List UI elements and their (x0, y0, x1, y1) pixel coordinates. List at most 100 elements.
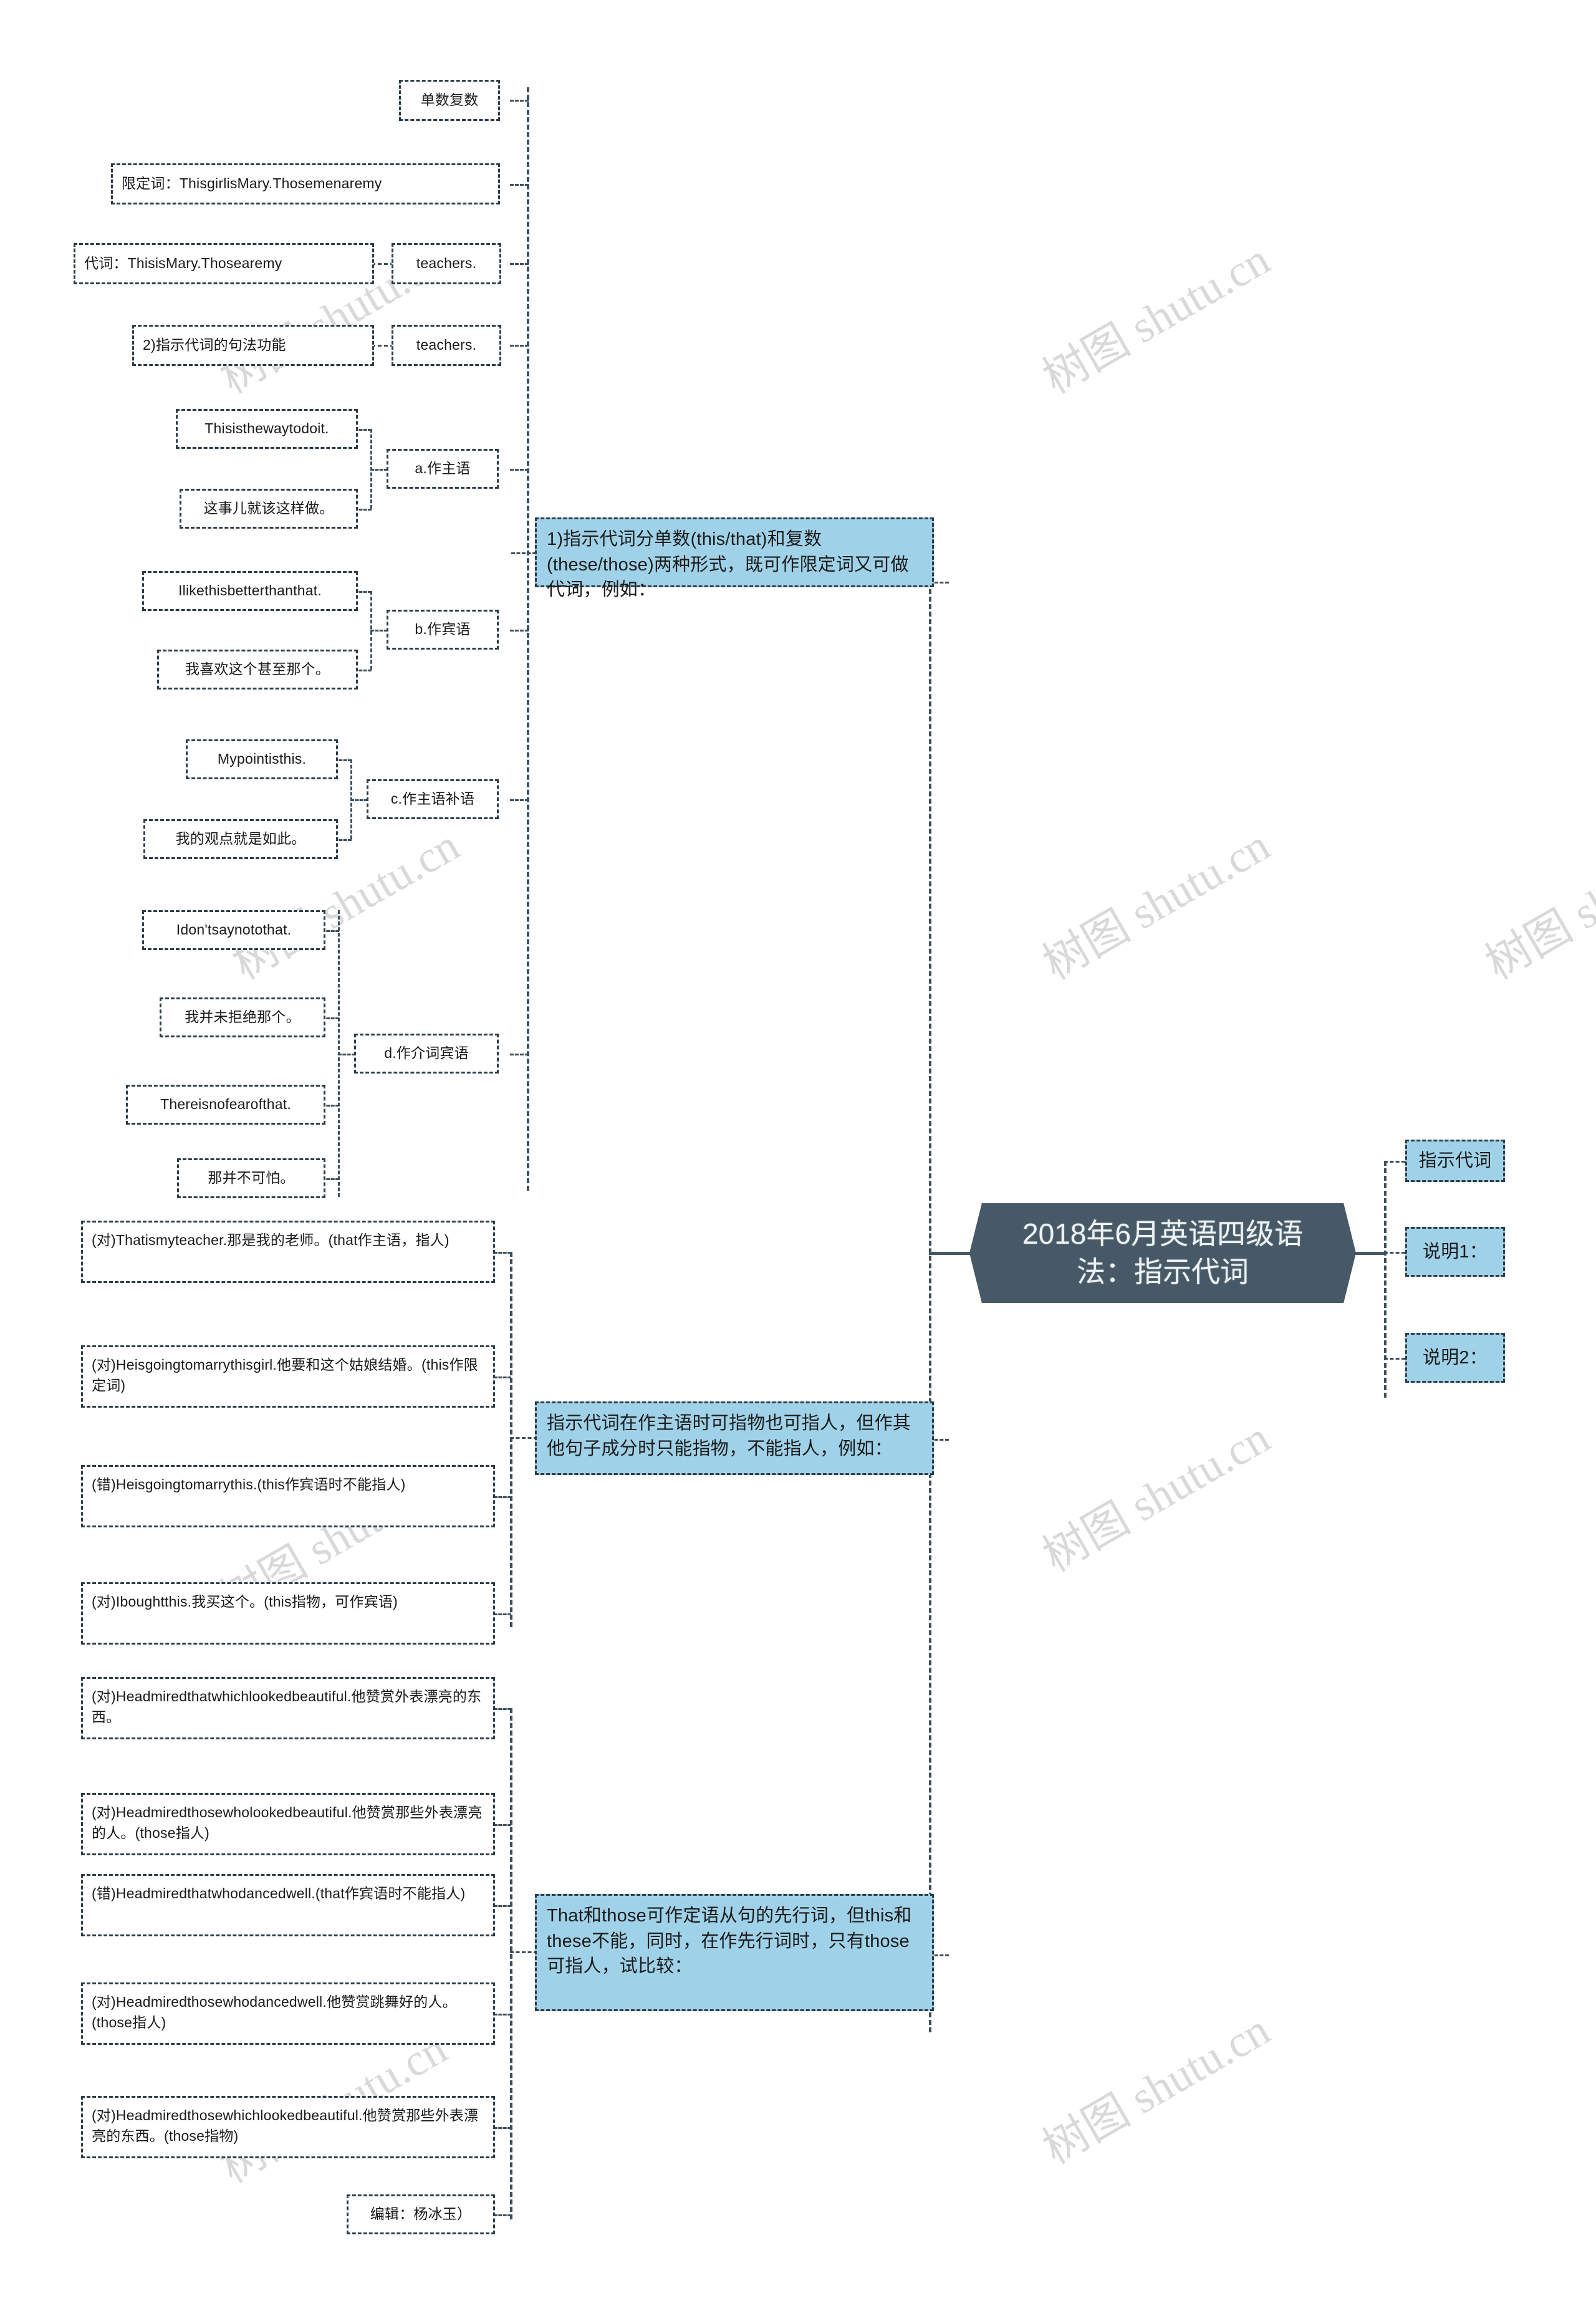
node-label: (对)Headmiredthosewhodancedwell.他赞赏跳舞好的人。… (92, 1994, 457, 2031)
branch3-stub-2 (494, 1824, 511, 1826)
node-label: 我的观点就是如此。 (175, 830, 306, 847)
branch3-stub-1 (494, 1708, 511, 1710)
node-label: (对)Iboughtthis.我买这个。(this指物，可作宾语) (92, 1593, 398, 1610)
branch2-example-3[interactable]: (错)Heisgoingtomarrythis.(this作宾语时不能指人) (81, 1465, 495, 1527)
branch2-stub-3 (494, 1496, 511, 1498)
node-determiner-example[interactable]: 限定词：ThisgirlisMary.Thosemenaremy (111, 163, 500, 204)
node-label: 代词：ThisisMary.Thosearemy (84, 255, 282, 272)
branch1-stub-title (510, 100, 529, 102)
node-label: 限定词：ThisgirlisMary.Thosemenaremy (122, 175, 382, 192)
branch1-stub-d (510, 1054, 529, 1055)
branch1-stub-b (510, 630, 529, 632)
root-left-connector (929, 1252, 973, 1255)
node-pronoun-example[interactable]: 代词：ThisisMary.Thosearemy (74, 243, 374, 284)
right-node-demonstrative-pronoun[interactable]: 指示代词 (1405, 1140, 1505, 1182)
summary-box-2-text: 指示代词在作主语时可指物也可指人，但作其他句子成分时只能指物，不能指人，例如： (547, 1413, 911, 1459)
node-function-b[interactable]: b.作宾语 (387, 610, 499, 650)
branch2-example-1[interactable]: (对)Thatismyteacher.那是我的老师。(that作主语，指人) (81, 1221, 495, 1283)
right-node-explanation-1[interactable]: 说明1： (1405, 1227, 1505, 1277)
node-label: 那并不可怕。 (208, 1170, 295, 1186)
node-function-d-en-2[interactable]: Thereisnofearofthat. (126, 1085, 325, 1125)
right-stub-2 (1384, 1252, 1405, 1254)
node-function-d-zh-1[interactable]: 我并未拒绝那个。 (160, 997, 325, 1037)
node-label: c.作主语补语 (390, 790, 475, 807)
node-function-a[interactable]: a.作主语 (387, 449, 499, 489)
branch1-stub-pronoun-tail (510, 263, 529, 265)
editor-label: 编辑：杨冰玉） (370, 2206, 472, 2222)
right-node-label: 指示代词 (1418, 1150, 1492, 1171)
mindmap-canvas: 树图 shutu.cn 树图 shutu.cn 树图 shutu.cn 树图 s… (0, 0, 1596, 2311)
branch2-example-2[interactable]: (对)Heisgoingtomarrythisgirl.他要和这个姑娘结婚。(t… (81, 1345, 495, 1408)
root-node[interactable]: 2018年6月英语四级语法：指示代词 (969, 1203, 1356, 1303)
branch3-stub-5 (494, 2127, 511, 2129)
node-label: teachers. (416, 255, 477, 272)
node-function-b-zh[interactable]: 我喜欢这个甚至那个。 (157, 650, 358, 689)
branch1-d-join (338, 1054, 355, 1055)
branch2-stub-2 (494, 1377, 511, 1378)
node-function-c[interactable]: c.作主语补语 (367, 779, 499, 819)
node-pronoun-tail-1[interactable]: teachers. (392, 243, 501, 284)
node-label: Mypointisthis. (217, 751, 307, 767)
summary-box-1[interactable]: 1)指示代词分单数(this/that)和复数(these/those)两种形式… (535, 517, 934, 600)
root-title: 2018年6月英语四级语法：指示代词 (1022, 1218, 1303, 1288)
node-label: a.作主语 (415, 460, 471, 477)
summary-box-3[interactable]: That和those可作定语从句的先行词，但this和these不能，同时，在作… (535, 1894, 934, 2011)
summary-box-3-text: That和those可作定语从句的先行词，但this和these不能，同时，在作… (547, 1906, 912, 1977)
node-label: (对)Heisgoingtomarrythisgirl.他要和这个姑娘结婚。(t… (92, 1357, 478, 1394)
branch2-example-4[interactable]: (对)Iboughtthis.我买这个。(this指物，可作宾语) (81, 1582, 495, 1645)
node-label: Idon'tsaynotothat. (176, 921, 292, 938)
node-label: Thereisnofearofthat. (160, 1096, 291, 1113)
node-label: 单数复数 (420, 92, 479, 108)
right-stub-1 (1384, 1161, 1405, 1163)
branch3-example-1[interactable]: (对)Headmiredthatwhichlookedbeautiful.他赞赏… (81, 1677, 495, 1739)
node-syntax-functions-title[interactable]: 2)指示代词的句法功能 (132, 325, 374, 366)
branch2-spine (510, 1252, 512, 1627)
branch1-stub-c (510, 799, 529, 801)
branch1-c-join (350, 799, 368, 801)
node-function-c-zh[interactable]: 我的观点就是如此。 (143, 819, 338, 859)
node-singular-plural[interactable]: 单数复数 (399, 80, 500, 121)
summary-box-2[interactable]: 指示代词在作主语时可指物也可指人，但作其他句子成分时只能指物，不能指人，例如： (535, 1401, 934, 1475)
node-label: 2)指示代词的句法功能 (143, 337, 286, 353)
branch3-example-5[interactable]: (对)Headmiredthosewhichlookedbeautiful.他赞… (81, 2096, 495, 2158)
node-label: Ilikethisbetterthanthat. (178, 582, 322, 599)
node-function-d-zh-2[interactable]: 那并不可怕。 (177, 1158, 325, 1198)
branch1-stub-determiner (510, 184, 529, 186)
branch3-example-3[interactable]: (错)Headmiredthatwhodancedwell.(that作宾语时不… (81, 1874, 495, 1936)
node-function-d[interactable]: d.作介词宾语 (354, 1034, 499, 1074)
node-label: 这事儿就该这样做。 (203, 500, 334, 517)
node-function-a-zh[interactable]: 这事儿就该这样做。 (180, 489, 358, 529)
branch3-example-2[interactable]: (对)Headmiredthosewholookedbeautiful.他赞赏那… (81, 1793, 495, 1855)
branch1-stub-syntax-tail (510, 345, 529, 347)
branch1-link-syntax (372, 345, 394, 347)
summary-box-1-text: 1)指示代词分单数(this/that)和复数(these/those)两种形式… (547, 529, 909, 600)
node-function-d-en-1[interactable]: Idon'tsaynotothat. (142, 910, 325, 950)
node-label: (对)Headmiredthosewholookedbeautiful.他赞赏那… (92, 1804, 483, 1842)
footer-stub (494, 2214, 511, 2216)
right-node-label: 说明1： (1423, 1241, 1488, 1262)
node-label: b.作宾语 (415, 621, 471, 638)
editor-node[interactable]: 编辑：杨冰玉） (347, 2194, 495, 2234)
watermark: 树图 shutu.cn (1035, 234, 1278, 403)
watermark: 树图 shutu.cn (1035, 2004, 1278, 2174)
node-label: 我并未拒绝那个。 (185, 1009, 300, 1026)
node-label: d.作介词宾语 (384, 1045, 469, 1062)
branch3-to-summary3 (510, 1951, 537, 1953)
branch1-a-join (370, 469, 388, 471)
node-function-b-en[interactable]: Ilikethisbetterthanthat. (142, 571, 358, 611)
node-label: (错)Heisgoingtomarrythis.(this作宾语时不能指人) (92, 1476, 406, 1492)
node-label: (错)Headmiredthatwhodancedwell.(that作宾语时不… (92, 1885, 466, 1901)
right-stub-3 (1384, 1358, 1405, 1360)
node-function-a-en[interactable]: Thisisthewaytodoit. (176, 409, 358, 449)
branch1-stub-a (510, 469, 529, 471)
branch2-to-summary2 (510, 1437, 537, 1439)
node-label: teachers. (416, 337, 477, 353)
root-right-connector (1353, 1252, 1384, 1255)
watermark: 树图 shutu.cn (1035, 1412, 1278, 1582)
watermark: 树图 shutu.cn (1478, 820, 1596, 989)
node-pronoun-tail-2[interactable]: teachers. (392, 325, 501, 366)
branch1-link-pronoun (372, 263, 394, 265)
branch3-example-4[interactable]: (对)Headmiredthosewhodancedwell.他赞赏跳舞好的人。… (81, 1982, 495, 2045)
right-node-explanation-2[interactable]: 说明2： (1405, 1333, 1505, 1383)
node-function-c-en[interactable]: Mypointisthis. (186, 739, 338, 779)
